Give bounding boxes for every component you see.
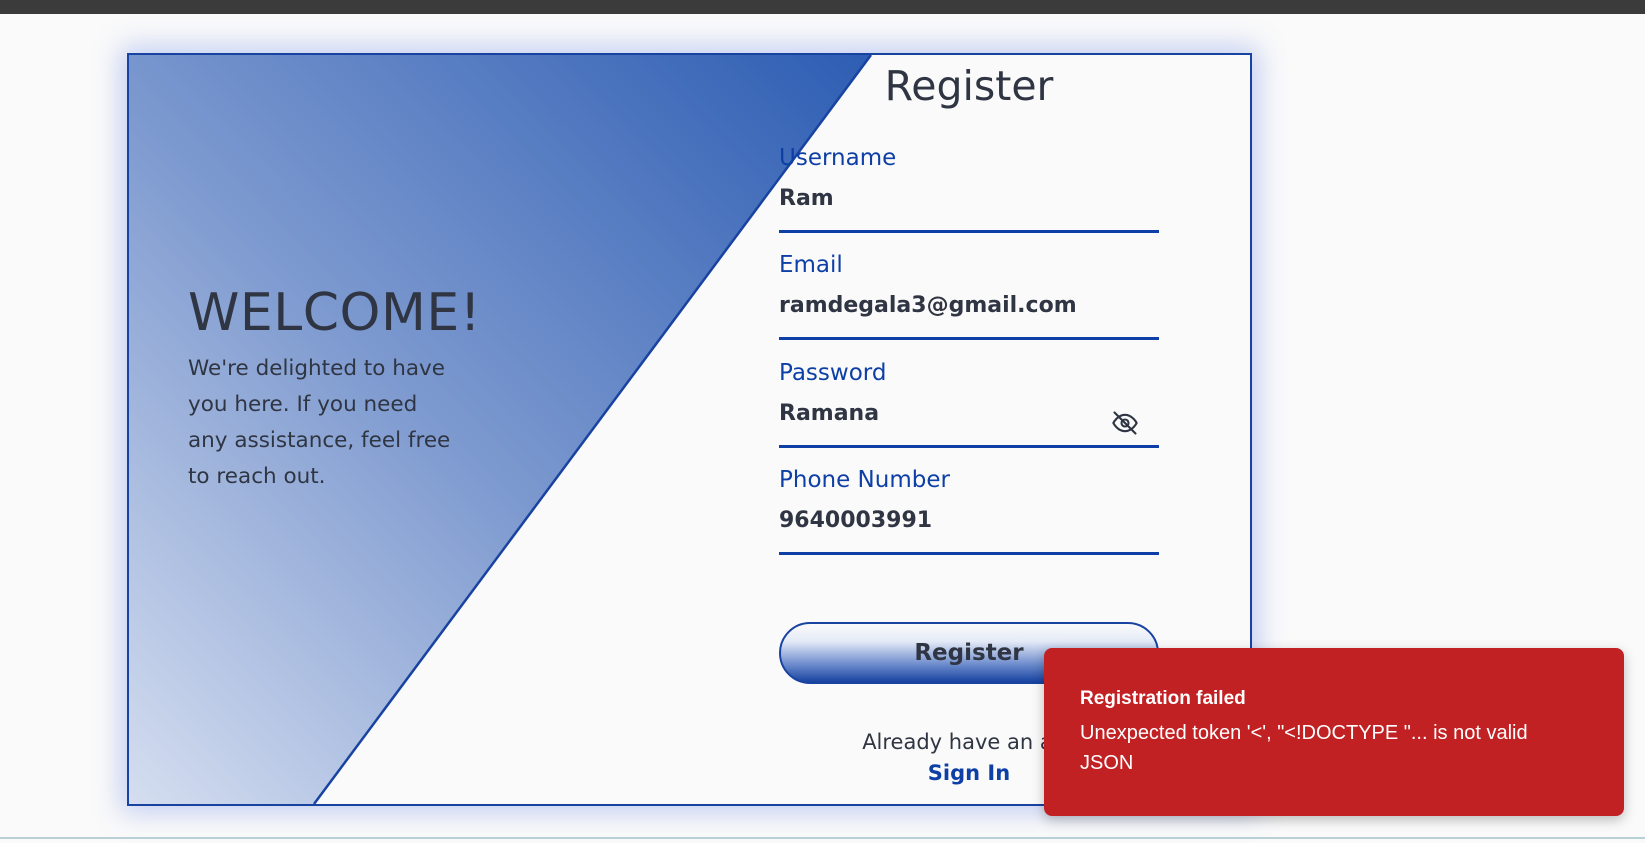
- username-field[interactable]: Username Ram: [779, 143, 1159, 233]
- username-input[interactable]: Ram: [779, 185, 1159, 213]
- password-input[interactable]: Ramana: [779, 400, 1159, 428]
- welcome-title: WELCOME!: [188, 283, 482, 343]
- toast-title: Registration failed: [1080, 688, 1246, 709]
- phone-label: Phone Number: [779, 467, 950, 493]
- welcome-section: WELCOME! We're delighted to have you her…: [188, 283, 488, 495]
- welcome-message: We're delighted to have you here. If you…: [188, 356, 451, 489]
- password-label: Password: [779, 360, 887, 386]
- username-label: Username: [779, 145, 897, 171]
- error-toast[interactable]: Registration failed Unexpected token '<'…: [1044, 648, 1624, 816]
- email-input[interactable]: ramdegala3@gmail.com: [779, 292, 1159, 320]
- toast-message: Unexpected token '<', "<!DOCTYPE "... is…: [1080, 722, 1528, 774]
- email-label: Email: [779, 252, 843, 278]
- browser-top-bar: [0, 0, 1645, 14]
- email-field[interactable]: Email ramdegala3@gmail.com: [779, 250, 1159, 340]
- phone-input[interactable]: 9640003991: [779, 507, 1159, 535]
- password-field[interactable]: Password Ramana: [779, 358, 1159, 448]
- email-underline: [779, 337, 1159, 340]
- phone-underline: [779, 552, 1159, 555]
- phone-field[interactable]: Phone Number 9640003991: [779, 465, 1159, 555]
- eye-off-icon[interactable]: [1111, 409, 1139, 437]
- form-title: Register: [884, 62, 1054, 110]
- signin-link[interactable]: Sign In: [928, 761, 1010, 785]
- password-underline: [779, 445, 1159, 448]
- username-underline: [779, 230, 1159, 233]
- bottom-divider: [0, 837, 1645, 839]
